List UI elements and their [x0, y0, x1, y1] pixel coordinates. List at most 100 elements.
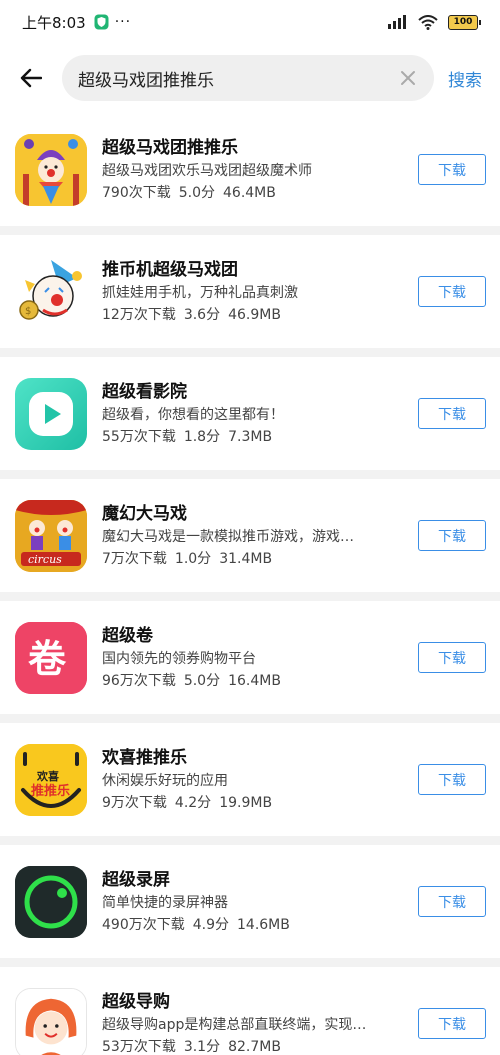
back-button[interactable] [0, 50, 62, 106]
app-description: 抓娃娃用手机，万种礼品真刺激 [102, 284, 298, 301]
status-time: 上午8:03 [22, 13, 86, 32]
app-meta: 55万次下载 1.8分 7.3MB [102, 426, 412, 448]
app-downloads: 9万次下载 [102, 794, 167, 811]
status-more-dots: ··· [114, 14, 132, 30]
app-list-item[interactable]: 超级看影院 超级看，你想看的这里都有！ 55万次下载 1.8分 7.3MB 下载 [0, 357, 500, 470]
app-rating: 3.1分 [183, 1038, 221, 1055]
app-size: 46.9MB [228, 306, 281, 323]
app-list-item[interactable]: $ 推币机超级马戏团 抓娃娃用手机，万种礼品真刺激 12万次下载 3.6分 46.9… [0, 235, 500, 348]
svg-text:$: $ [25, 306, 31, 317]
list-separator [0, 958, 500, 967]
app-list-item[interactable]: circus 魔幻大马戏 魔幻大马戏是一款模拟推币游戏，游戏… 7万次下载 1.0… [0, 479, 500, 592]
app-info: 超级导购 超级导购app是构建总部直联终端，实现… 53万次下载 3.1分 82.7… [102, 990, 412, 1055]
battery-level: 100 [453, 17, 473, 27]
app-downloads: 53万次下载 [102, 1038, 176, 1055]
app-meta: 7万次下载 1.0分 31.4MB [102, 548, 412, 570]
list-separator [0, 592, 500, 601]
app-name: 推币机超级马戏团 [102, 259, 238, 280]
play-icon [15, 377, 87, 450]
app-downloads: 490万次下载 [102, 916, 185, 933]
app-description: 超级马戏团欢乐马戏团超级魔术师 [102, 162, 312, 179]
app-meta: 490万次下载 4.9分 14.6MB [102, 914, 412, 936]
clown-juggler-icon [15, 133, 87, 206]
app-list-item[interactable]: 超级马戏团推推乐 超级马戏团欢乐马戏团超级魔术师 790次下载 5.0分 46.4M… [0, 113, 500, 226]
app-downloads: 7万次下载 [102, 550, 167, 567]
app-size: 82.7MB [228, 1038, 281, 1055]
app-info: 欢喜推推乐 休闲娱乐好玩的应用 9万次下载 4.2分 19.9MB [102, 746, 412, 814]
back-arrow-icon [20, 68, 42, 88]
download-button[interactable]: 下载 [418, 520, 486, 551]
app-name: 超级录屏 [102, 869, 170, 890]
app-description: 休闲娱乐好玩的应用 [102, 772, 228, 789]
clear-search-button[interactable] [398, 68, 418, 88]
app-size: 19.9MB [219, 794, 273, 811]
status-bar: 上午8:03 ··· 100 [0, 0, 500, 44]
download-button[interactable]: 下载 [418, 764, 486, 795]
search-bar: 超级马戏团推推乐 搜索 [0, 50, 500, 106]
app-size: 31.4MB [219, 550, 273, 567]
app-list: 超级马戏团推推乐 超级马戏团欢乐马戏团超级魔术师 790次下载 5.0分 46.4M… [0, 113, 500, 1055]
app-downloads: 790次下载 [102, 184, 171, 201]
app-rating: 5.0分 [183, 672, 221, 689]
app-rating: 5.0分 [178, 184, 215, 201]
download-button[interactable]: 下载 [418, 276, 486, 307]
search-button[interactable]: 搜索 [448, 66, 482, 91]
app-meta: 12万次下载 3.6分 46.9MB [102, 304, 412, 326]
app-meta: 53万次下载 3.1分 82.7MB [102, 1036, 412, 1055]
list-separator [0, 348, 500, 357]
app-name: 超级马戏团推推乐 [102, 137, 238, 158]
app-rating: 1.8分 [183, 428, 221, 445]
app-meta: 9万次下载 4.2分 19.9MB [102, 792, 412, 814]
download-button[interactable]: 下载 [418, 154, 486, 185]
battery-icon: 100 [448, 14, 481, 30]
app-list-item[interactable]: 超级录屏 简单快捷的录屏神器 490万次下载 4.9分 14.6MB 下载 [0, 845, 500, 958]
list-separator [0, 470, 500, 479]
app-downloads: 55万次下载 [102, 428, 176, 445]
list-separator [0, 836, 500, 845]
app-info: 超级马戏团推推乐 超级马戏团欢乐马戏团超级魔术师 790次下载 5.0分 46.4M… [102, 136, 412, 204]
download-button[interactable]: 下载 [418, 1008, 486, 1039]
clown-face-icon: $ [15, 255, 87, 328]
app-info: 魔幻大马戏 魔幻大马戏是一款模拟推币游戏，游戏… 7万次下载 1.0分 31.4MB [102, 502, 412, 570]
app-list-item[interactable]: 卷 超级卷 国内领先的领券购物平台 96万次下载 5.0分 16.4MB 下载 [0, 601, 500, 714]
app-name: 魔幻大马戏 [102, 503, 187, 524]
app-size: 16.4MB [228, 672, 281, 689]
app-list-item[interactable]: 超级导购 超级导购app是构建总部直联终端，实现… 53万次下载 3.1分 82.7… [0, 967, 500, 1055]
signal-icon [388, 15, 406, 29]
app-rating: 3.6分 [183, 306, 221, 323]
app-info: 推币机超级马戏团 抓娃娃用手机，万种礼品真刺激 12万次下载 3.6分 46.9MB [102, 258, 412, 326]
list-separator [0, 714, 500, 723]
juan-icon-text: 卷 [28, 637, 67, 681]
juan-icon: 卷 [15, 621, 87, 694]
record-icon [15, 865, 87, 938]
app-name: 超级卷 [102, 625, 153, 646]
app-description: 简单快捷的录屏神器 [102, 894, 228, 911]
download-button[interactable]: 下载 [418, 886, 486, 917]
smiley-icon-text-bottom: 推推乐 [31, 783, 70, 799]
app-info: 超级录屏 简单快捷的录屏神器 490万次下载 4.9分 14.6MB [102, 868, 412, 936]
app-meta: 790次下载 5.0分 46.4MB [102, 182, 412, 204]
app-meta: 96万次下载 5.0分 16.4MB [102, 670, 412, 692]
app-info: 超级卷 国内领先的领券购物平台 96万次下载 5.0分 16.4MB [102, 624, 412, 692]
security-shield-icon [94, 14, 109, 30]
download-button[interactable]: 下载 [418, 398, 486, 429]
app-description: 国内领先的领券购物平台 [102, 650, 256, 667]
close-icon [401, 71, 415, 85]
app-size: 7.3MB [228, 428, 273, 445]
app-rating: 4.2分 [174, 794, 212, 811]
wifi-icon [418, 14, 438, 30]
download-button[interactable]: 下载 [418, 642, 486, 673]
app-description: 魔幻大马戏是一款模拟推币游戏，游戏… [102, 528, 354, 545]
app-list-item[interactable]: 欢喜 推推乐 欢喜推推乐 休闲娱乐好玩的应用 9万次下载 4.2分 19.9MB 下… [0, 723, 500, 836]
app-rating: 4.9分 [192, 916, 229, 933]
search-input[interactable]: 超级马戏团推推乐 [62, 55, 434, 101]
app-description: 超级导购app是构建总部直联终端，实现… [102, 1016, 367, 1033]
circus-icon-text: circus [28, 553, 62, 566]
list-separator [0, 226, 500, 235]
app-downloads: 96万次下载 [102, 672, 176, 689]
app-size: 46.4MB [223, 184, 276, 201]
search-query-text: 超级马戏团推推乐 [78, 70, 214, 91]
smiley-icon-text-top: 欢喜 [36, 769, 59, 783]
app-name: 超级看影院 [102, 381, 187, 402]
app-description: 超级看，你想看的这里都有！ [102, 406, 284, 423]
